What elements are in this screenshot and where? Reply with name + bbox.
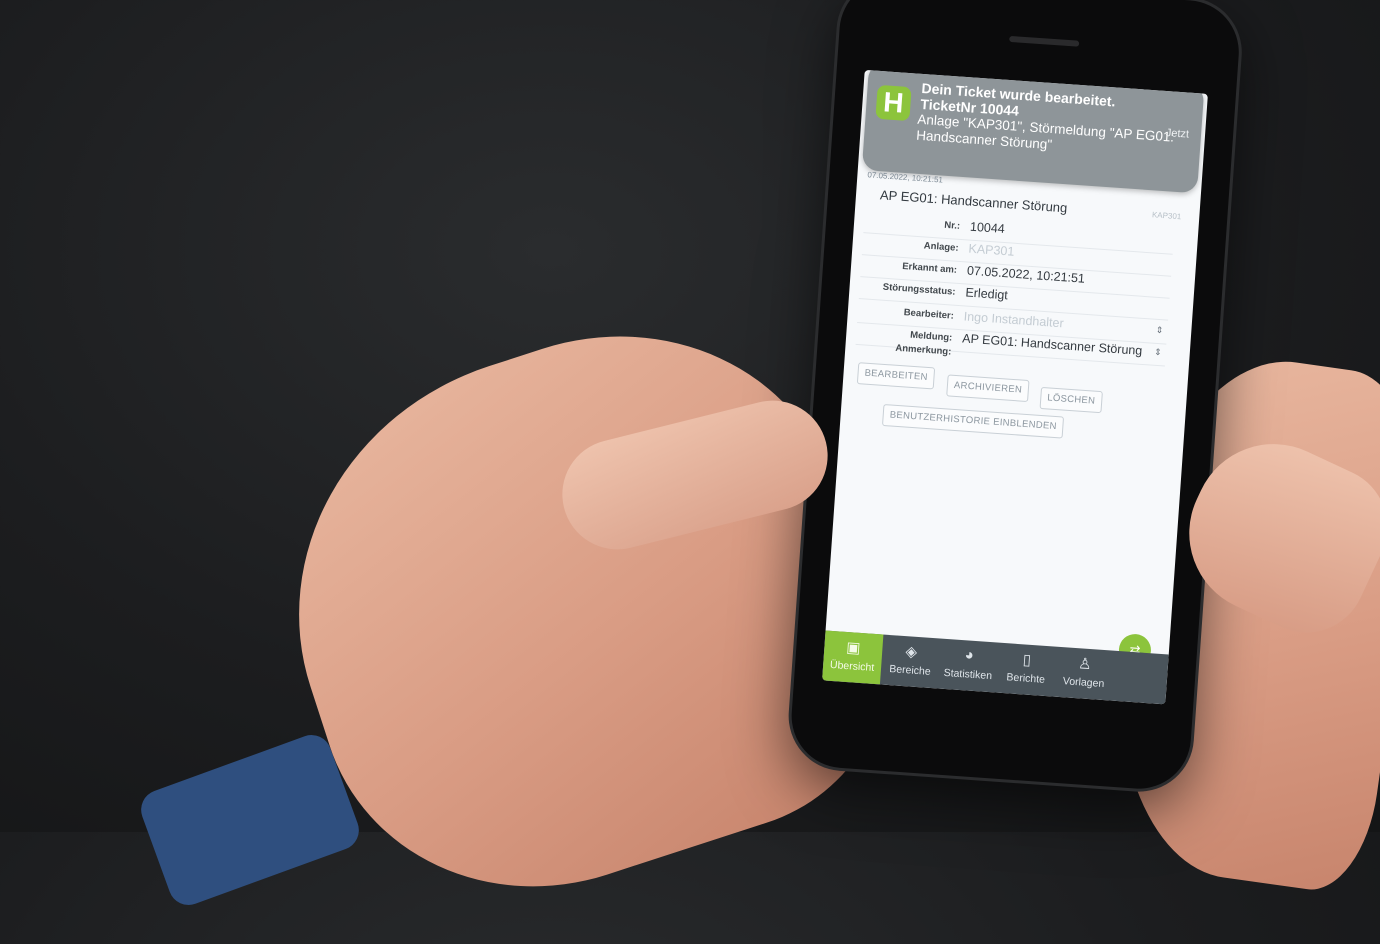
tab-label: Vorlagen [1062, 675, 1105, 691]
phone: H Dein Ticket wurde bearbeitet. TicketNr… [767, 0, 1281, 805]
phone-body: H Dein Ticket wurde bearbeitet. TicketNr… [788, 0, 1243, 793]
tab-label: Übersicht [829, 658, 875, 674]
field-label: Erkannt am: [901, 260, 958, 276]
layers-icon: ◈ [904, 643, 918, 661]
app-icon: H [875, 84, 912, 122]
edit-button[interactable]: BEARBEITEN [856, 362, 936, 390]
select-caret-icon: ⇕ [1153, 346, 1163, 358]
bearbeiter-select[interactable]: Ingo Instandhalter [963, 309, 1064, 330]
tab-label: Statistiken [943, 666, 993, 683]
archive-button[interactable]: ARCHIVIEREN [946, 374, 1030, 403]
ticket-code: KAP301 [1151, 210, 1182, 222]
tab-uebersicht[interactable]: ▣ Übersicht [822, 630, 884, 685]
tab-label: Berichte [1006, 671, 1046, 686]
select-caret-icon: ⇕ [1155, 324, 1164, 336]
sleeve [135, 729, 365, 911]
phone-speaker [1009, 35, 1080, 47]
tab-vorlagen[interactable]: ♙ Vorlagen [1054, 647, 1115, 701]
tab-statistiken[interactable]: ◕ Statistiken [938, 639, 999, 693]
tab-berichte[interactable]: ▯ Berichte [996, 643, 1057, 697]
field-label: Meldung: [909, 329, 953, 344]
field-label: Nr.: [943, 219, 961, 232]
tab-label: Bereiche [888, 663, 932, 678]
phone-screen: H Dein Ticket wurde bearbeitet. TicketNr… [822, 69, 1208, 705]
field-value: Erledigt [964, 285, 1009, 303]
field-label: Anlage: [923, 240, 959, 254]
image-icon: ▣ [845, 639, 862, 657]
user-icon: ♙ [1077, 655, 1093, 674]
document-icon: ▯ [1022, 651, 1032, 669]
tab-bar: ▣ Übersicht ◈ Bereiche ◕ Statistiken ▯ B… [822, 630, 1169, 705]
history-button[interactable]: BENUTZERHISTORIE EINBLENDEN [881, 403, 1065, 439]
tab-bereiche[interactable]: ◈ Bereiche [880, 635, 941, 689]
ticket-title: AP EG01: Handscanner Störung [879, 187, 1068, 216]
pie-chart-icon: ◕ [964, 646, 975, 664]
delete-button[interactable]: LÖSCHEN [1039, 386, 1103, 414]
notification-body: Anlage "KAP301", Störmeldung "AP EG01: H… [915, 111, 1175, 153]
notification-time: Jetzt [1165, 127, 1190, 141]
field-value: 10044 [969, 219, 1006, 237]
field-label: Bearbeiter: [903, 307, 955, 322]
field-label: Störungsstatus: [882, 281, 956, 298]
field-value: KAP301 [968, 241, 1015, 259]
